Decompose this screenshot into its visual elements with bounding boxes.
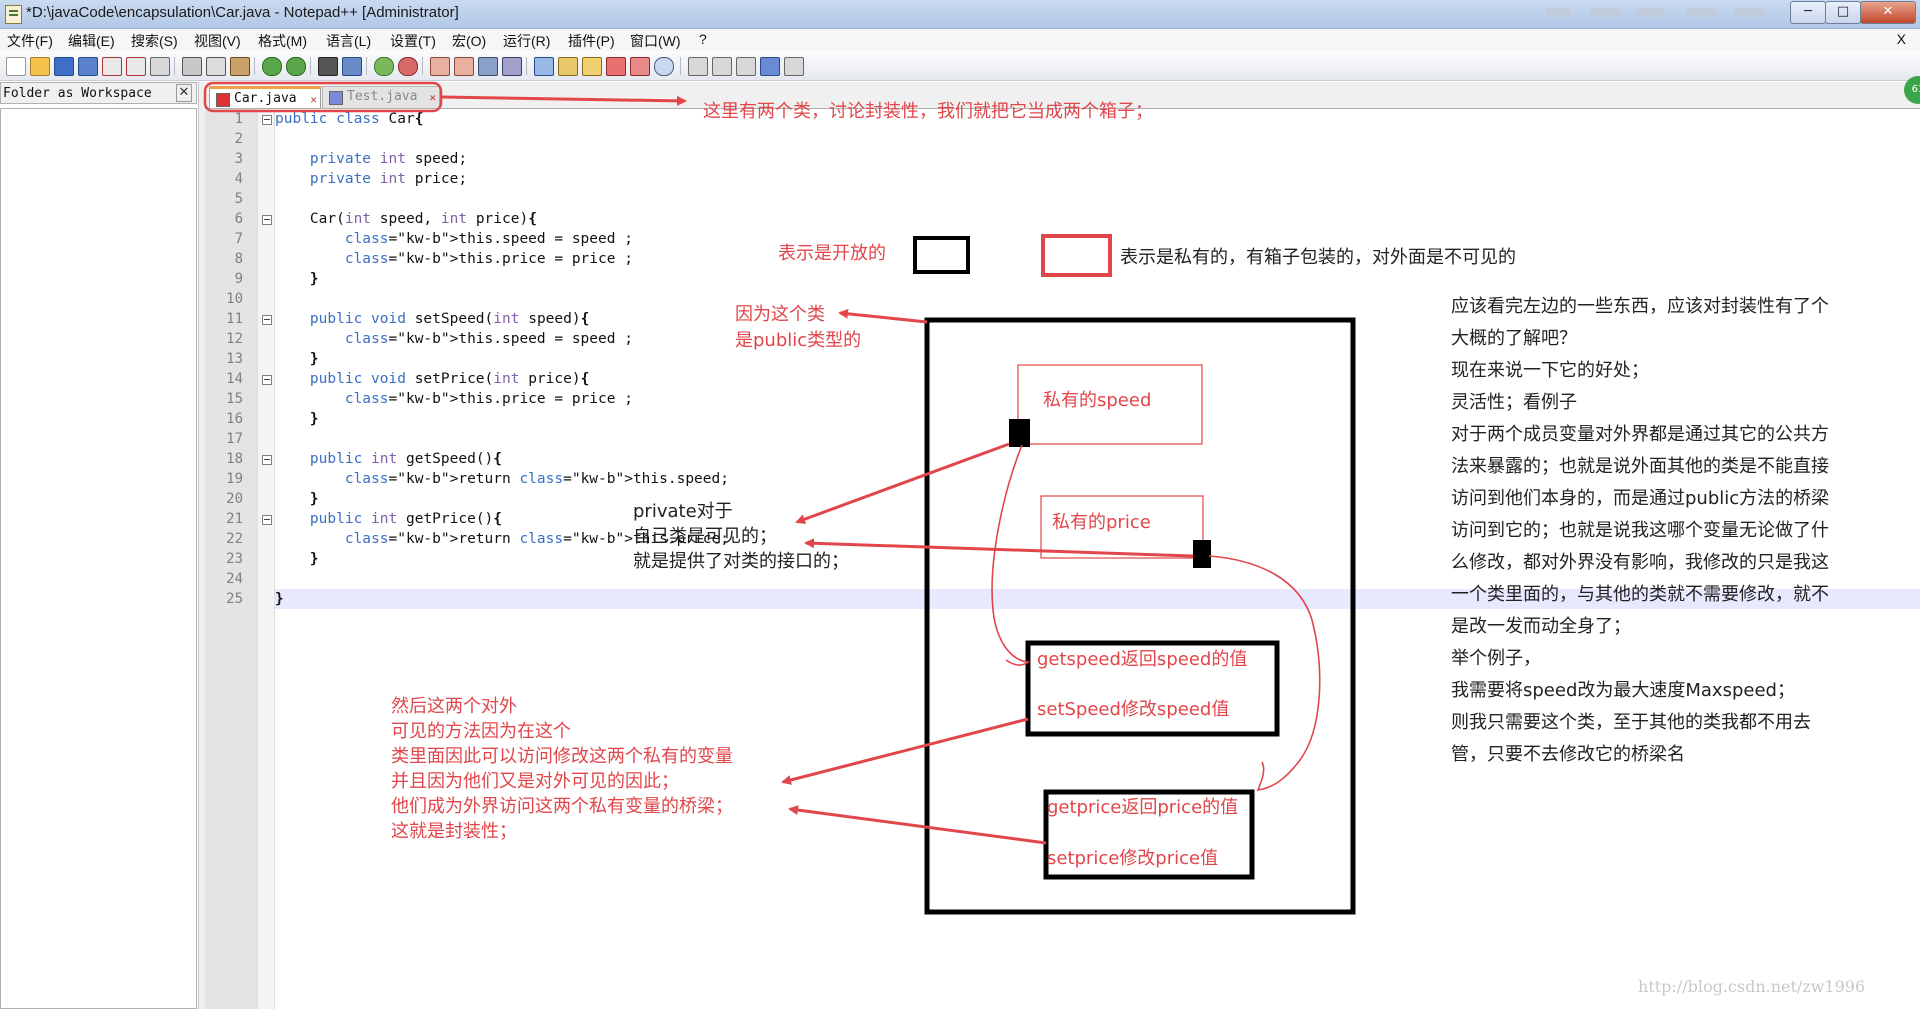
price-to-note-arrow [804, 538, 1194, 558]
bridge-note-line: 这就是封装性； [391, 821, 517, 842]
explanation-line: 对于两个成员变量对外界都是通过其它的公共方 [1451, 424, 1829, 445]
getprice-label: getprice返回price的值 [1047, 797, 1239, 818]
explanation-line: 大概的了解吧？ [1451, 328, 1577, 349]
getspeed-label: getspeed返回speed的值 [1037, 649, 1248, 670]
bridge-note-line: 并且因为他们又是对外可见的因此； [391, 771, 679, 792]
tabs-highlight-box [203, 81, 443, 113]
private-price-label: 私有的price [1052, 512, 1151, 533]
explanation-line: 管，只要不去修改它的桥梁名 [1451, 744, 1685, 765]
public-class-note-line2: 是public类型的 [735, 330, 862, 351]
watermark: http://blog.csdn.net/zw1996 [1638, 977, 1866, 996]
explanation-line: 法来暴露的；也就是说外面其他的类是不能直接 [1451, 456, 1829, 477]
setprice-label: setprice修改price值 [1047, 848, 1219, 869]
private-visible-note-line1: private对于 [633, 501, 733, 522]
speed-to-note-arrow [795, 442, 1010, 524]
legend-open-box [913, 236, 970, 274]
explanation-line: 应该看完左边的一些东西，应该对封装性有了个 [1451, 296, 1829, 317]
explanation-line: 现在来说一下它的好处； [1451, 360, 1649, 381]
setspeed-to-bridge-arrow [781, 717, 1029, 785]
price-freehand-link [1208, 555, 1321, 791]
bridge-note-line: 然后这两个对外 [391, 696, 517, 717]
speed-freehand-link [991, 444, 1031, 666]
private-visible-note-line3: 就是提供了对类的接口的； [633, 551, 849, 572]
tabs-note-arrow [440, 95, 687, 106]
explanation-line: 是改一发而动全身了； [1451, 616, 1631, 637]
private-speed-label: 私有的speed [1043, 390, 1152, 411]
bridge-note-line: 类里面因此可以访问修改这两个私有的变量 [391, 746, 733, 767]
speed-handle [1009, 419, 1030, 447]
explanation-line: 我需要将speed改为最大速度Maxspeed； [1451, 680, 1795, 701]
public-class-arrow [838, 308, 928, 324]
explanation-line: 灵活性；看例子 [1451, 392, 1577, 413]
bridge-note-line: 他们成为外界访问这两个私有变量的桥梁； [391, 796, 733, 817]
setspeed-label: setSpeed修改speed值 [1037, 699, 1230, 720]
private-visible-note-line2: 自己类是可见的； [633, 526, 777, 547]
legend-open-label: 表示是开放的 [778, 243, 886, 264]
explanation-line: 举个例子， [1451, 648, 1541, 669]
explanation-line: 访问到它的；也就是说我这哪个变量无论做了什 [1451, 520, 1829, 541]
legend-private-box [1041, 234, 1112, 277]
price-handle [1193, 540, 1211, 568]
explanation-line: 访问到他们本身的，而是通过public方法的桥梁 [1451, 488, 1830, 509]
explanation-line: 么修改，都对外界没有影响，我修改的只是我这 [1451, 552, 1829, 573]
bridge-note-line: 可见的方法因为在这个 [391, 721, 571, 742]
tabs-note: 这里有两个类，讨论封装性，我们就把它当成两个箱子； [703, 101, 1153, 122]
explanation-line: 一个类里面的，与其他的类就不需要修改，就不 [1451, 584, 1829, 605]
public-class-note-line1: 因为这个类 [735, 304, 825, 325]
legend-private-label: 表示是私有的，有箱子包装的，对外面是不可见的 [1120, 247, 1516, 268]
explanation-line: 则我只需要这个类，至于其他的类我都不用去 [1451, 712, 1811, 733]
setprice-to-bridge-arrow [788, 805, 1047, 845]
